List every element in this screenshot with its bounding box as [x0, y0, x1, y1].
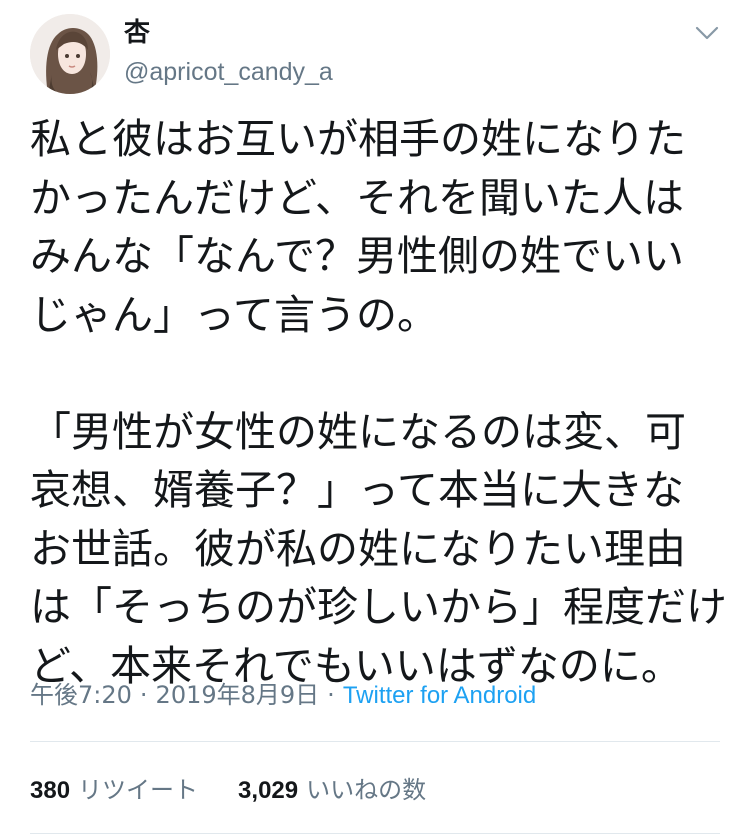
divider — [30, 833, 720, 834]
like-count: 3,029 — [238, 777, 299, 804]
retweet-count: 380 — [30, 777, 71, 804]
like-label: いいねの数 — [306, 776, 427, 804]
tweet-time: 午後7:20 — [30, 681, 132, 709]
tweet-meta: 午後7:20 · 2019年8月9日 · Twitter for Android — [30, 677, 536, 713]
tweet-line: かったんだけど、それを聞いた人は — [30, 173, 684, 222]
meta-separator: · — [327, 681, 335, 709]
tweet-line: じゃん」って言うの。 — [30, 290, 438, 339]
retweet-label: リツイート — [78, 776, 199, 804]
tweet-line: は「そっちのが珍しいから」程度だけ — [30, 583, 727, 631]
avatar-illustration — [30, 14, 110, 94]
tweet-line: 私と彼はお互いが相手の姓になりた — [30, 115, 686, 163]
tweet-date: 2019年8月9日 — [155, 681, 320, 709]
tweet-source-link[interactable]: Twitter for Android — [343, 682, 536, 709]
display-name[interactable]: 杏 — [124, 17, 150, 49]
avatar[interactable] — [30, 14, 110, 94]
tweet-stats: 380 リツイート 3,029 いいねの数 — [30, 770, 426, 810]
retweets-stat[interactable]: 380 リツイート — [30, 770, 198, 811]
meta-separator: · — [139, 681, 148, 709]
likes-stat[interactable]: 3,029 いいねの数 — [238, 770, 426, 811]
tweet-line: 哀想、婿養子？」って本当に大きな — [30, 466, 684, 514]
tweet-text: 私と彼はお互いが相手の姓になりた かったんだけど、それを聞いた人は みんな「なん… — [30, 110, 727, 695]
user-handle[interactable]: @apricot_candy_a — [124, 56, 333, 88]
chevron-down-icon[interactable] — [692, 18, 722, 48]
tweet-header: 杏 @apricot_candy_a — [0, 0, 750, 110]
tweet-line: お世話。彼が私の姓になりたい理由 — [30, 524, 686, 573]
tweet-line: みんな「なんで？男性側の姓でいい — [30, 232, 684, 280]
divider — [30, 741, 720, 742]
tweet-line: 「男性が女性の姓になるのは変、可 — [30, 407, 686, 456]
